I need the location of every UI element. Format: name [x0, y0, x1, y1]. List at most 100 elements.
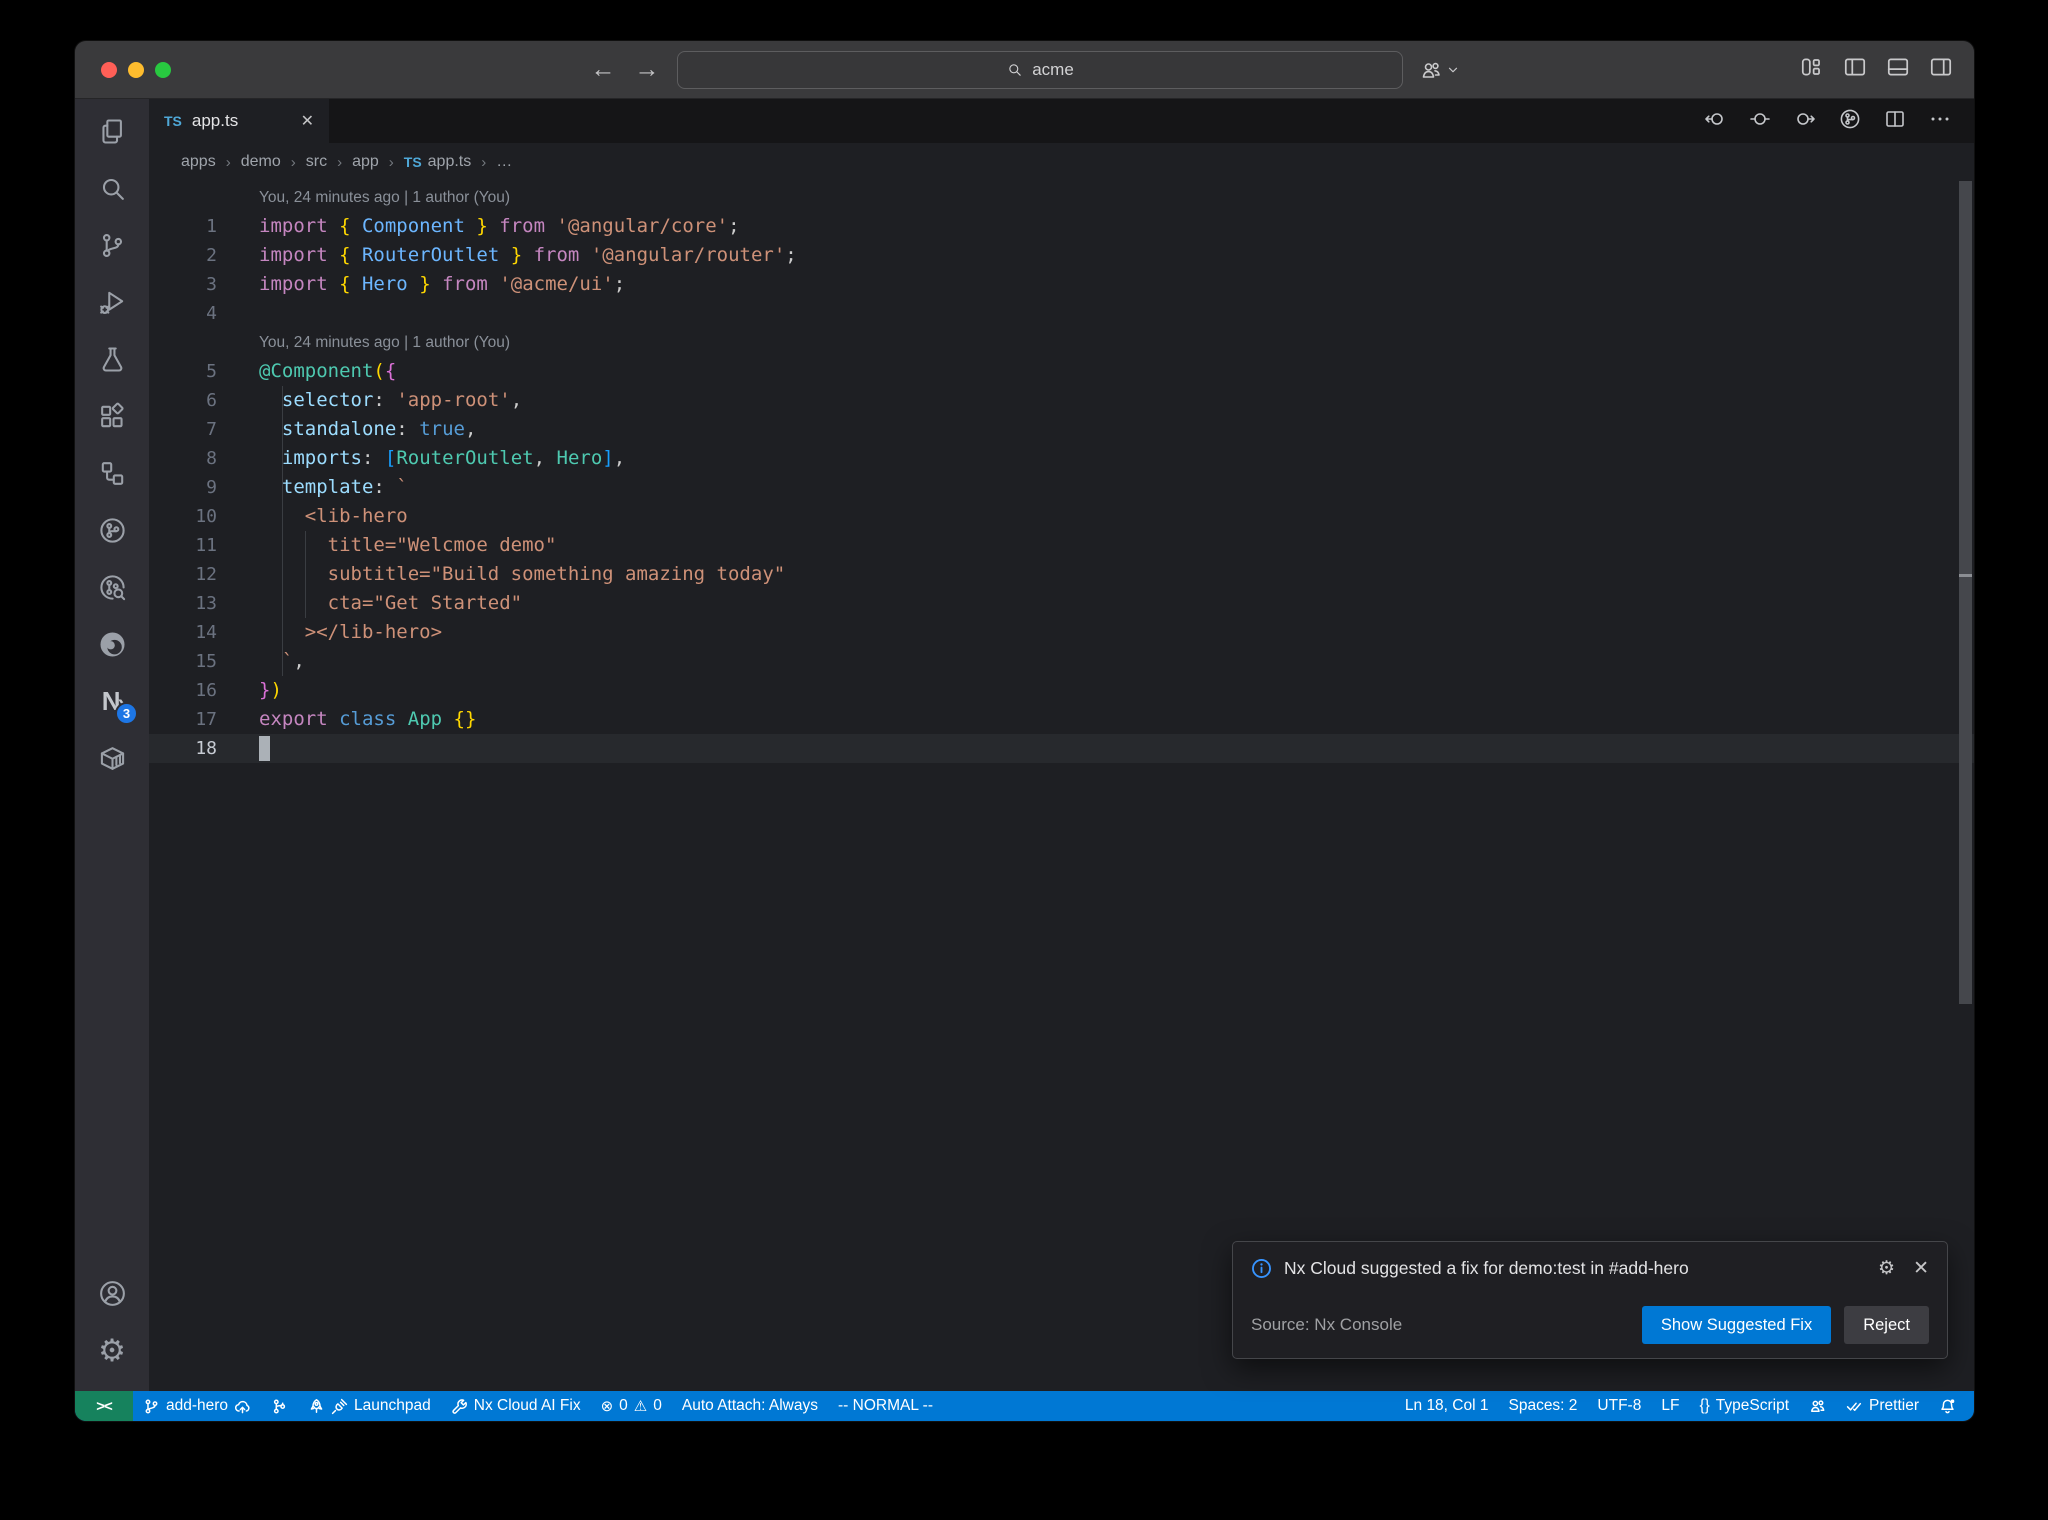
toggle-secondary-sidebar-button[interactable]: [1928, 54, 1954, 85]
line-number[interactable]: 9: [149, 473, 217, 502]
code-editor[interactable]: You, 24 minutes ago | 1 author (You) 1 imp…: [149, 181, 1974, 1391]
close-tab-icon[interactable]: ✕: [301, 111, 314, 131]
next-change-button[interactable]: [1793, 107, 1817, 136]
gear-icon[interactable]: ⚙: [1878, 1257, 1895, 1280]
reject-button[interactable]: Reject: [1844, 1306, 1929, 1344]
code-line[interactable]: 17 export class App {}: [149, 705, 1974, 734]
line-number[interactable]: 11: [149, 531, 217, 560]
code-line[interactable]: 9 template: `: [149, 473, 1974, 502]
code-line[interactable]: 15 `,: [149, 647, 1974, 676]
encoding-item[interactable]: UTF-8: [1587, 1391, 1651, 1421]
line-number[interactable]: 4: [149, 299, 217, 328]
code-line[interactable]: 6 selector: 'app-root',: [149, 386, 1974, 415]
auto-attach-item[interactable]: Auto Attach: Always: [672, 1391, 828, 1421]
code-line[interactable]: 5 @Component({: [149, 357, 1974, 386]
breadcrumb-item[interactable]: demo: [241, 153, 281, 171]
close-window-button[interactable]: [101, 61, 117, 78]
eol-item[interactable]: LF: [1651, 1391, 1689, 1421]
line-number[interactable]: 1: [149, 212, 217, 241]
line-number[interactable]: 5: [149, 357, 217, 386]
activity-item-gitlens-search[interactable]: [75, 559, 149, 616]
code-line[interactable]: 4: [149, 299, 1974, 328]
line-number[interactable]: 12: [149, 560, 217, 589]
graph-circle-button[interactable]: [1838, 107, 1862, 136]
prev-change-button[interactable]: [1703, 107, 1727, 136]
breadcrumb-item[interactable]: …: [496, 153, 512, 171]
status-label: Launchpad: [354, 1397, 431, 1414]
minimize-window-button[interactable]: [128, 61, 144, 78]
customize-layout-button[interactable]: [1799, 54, 1825, 85]
split-editor-button[interactable]: [1883, 107, 1907, 136]
code-line[interactable]: 14 ></lib-hero>: [149, 618, 1974, 647]
more-button[interactable]: [1928, 107, 1952, 136]
line-number[interactable]: 2: [149, 241, 217, 270]
info-icon: [1251, 1258, 1272, 1279]
prettier-item[interactable]: Prettier: [1836, 1391, 1929, 1421]
line-number[interactable]: 14: [149, 618, 217, 647]
activity-item-explorer[interactable]: [75, 103, 149, 160]
tab-app-ts[interactable]: TS app.ts ✕: [149, 99, 329, 143]
code-line[interactable]: 16}): [149, 676, 1974, 705]
line-number[interactable]: 8: [149, 444, 217, 473]
toggle-sidebar-button[interactable]: [1842, 54, 1868, 85]
remote-indicator[interactable]: ><: [75, 1391, 133, 1421]
activity-item-extensions[interactable]: [75, 388, 149, 445]
line-number[interactable]: 18: [149, 734, 217, 763]
nx-cloud-ai-fix-item[interactable]: Nx Cloud AI Fix: [441, 1391, 591, 1421]
code-line[interactable]: 1 import { Component } from '@angular/cor…: [149, 212, 1974, 241]
activity-item-search[interactable]: [75, 160, 149, 217]
git-graph-item[interactable]: [261, 1391, 298, 1421]
show-suggested-fix-button[interactable]: Show Suggested Fix: [1641, 1306, 1832, 1344]
activity-item-source-control-graph[interactable]: [75, 502, 149, 559]
code-line[interactable]: 18: [149, 734, 1974, 763]
line-number[interactable]: 10: [149, 502, 217, 531]
navigate-back-button[interactable]: ←: [589, 57, 617, 82]
activity-item-testing[interactable]: [75, 331, 149, 388]
zoom-window-button[interactable]: [155, 61, 171, 78]
activity-item-nx-console[interactable]: N› 3: [75, 673, 149, 730]
activity-item-hierarchy[interactable]: [75, 445, 149, 502]
activity-item-settings[interactable]: ⚙: [75, 1322, 149, 1379]
code-line[interactable]: 10 <lib-hero: [149, 502, 1974, 531]
toggle-panel-button[interactable]: [1885, 54, 1911, 85]
breadcrumb-item[interactable]: src: [306, 153, 327, 171]
cursor-position-item[interactable]: Ln 18, Col 1: [1395, 1391, 1499, 1421]
line-number[interactable]: 3: [149, 270, 217, 299]
launchpad-item[interactable]: Launchpad: [298, 1391, 441, 1421]
activity-item-edge-tools[interactable]: [75, 616, 149, 673]
code-line[interactable]: 2 import { RouterOutlet } from '@angular/…: [149, 241, 1974, 270]
line-number[interactable]: 6: [149, 386, 217, 415]
code-line[interactable]: 12 subtitle="Build something amazing tod…: [149, 560, 1974, 589]
close-icon[interactable]: ✕: [1913, 1257, 1929, 1280]
activity-item-accounts[interactable]: [75, 1265, 149, 1322]
code-line[interactable]: 11 title="Welcmoe demo": [149, 531, 1974, 560]
line-number[interactable]: 17: [149, 705, 217, 734]
line-number[interactable]: 7: [149, 415, 217, 444]
code-line[interactable]: 3 import { Hero } from '@acme/ui';: [149, 270, 1974, 299]
activity-item-containers[interactable]: [75, 730, 149, 787]
line-number[interactable]: 15: [149, 647, 217, 676]
line-number[interactable]: 16: [149, 676, 217, 705]
scrollbar-thumb[interactable]: [1959, 181, 1972, 1004]
breadcrumb-item[interactable]: app: [352, 153, 379, 171]
code-line[interactable]: 7 standalone: true,: [149, 415, 1974, 444]
code-line[interactable]: 13 cta="Get Started": [149, 589, 1974, 618]
notifications-item[interactable]: [1929, 1391, 1966, 1421]
activity-item-source-control[interactable]: [75, 217, 149, 274]
problems-item[interactable]: ⊗ 0 ⚠ 0: [591, 1391, 672, 1421]
open-change-button[interactable]: [1748, 107, 1772, 136]
breadcrumb-item[interactable]: apps: [181, 153, 216, 171]
activity-item-run-and-debug[interactable]: [75, 274, 149, 331]
navigate-forward-button[interactable]: →: [633, 57, 661, 82]
profile-menu[interactable]: [1419, 58, 1460, 82]
editor-scrollbar[interactable]: [1959, 181, 1972, 1391]
line-number[interactable]: 13: [149, 589, 217, 618]
command-center-search[interactable]: acme: [677, 50, 1403, 89]
vim-mode-item[interactable]: -- NORMAL --: [828, 1391, 943, 1421]
language-item[interactable]: {} TypeScript: [1689, 1391, 1799, 1421]
indentation-item[interactable]: Spaces: 2: [1498, 1391, 1587, 1421]
code-line[interactable]: 8 imports: [RouterOutlet, Hero],: [149, 444, 1974, 473]
branch-item[interactable]: add-hero: [133, 1391, 261, 1421]
breadcrumb-item[interactable]: TS app.ts: [404, 153, 471, 171]
feedback-item[interactable]: [1799, 1391, 1836, 1421]
